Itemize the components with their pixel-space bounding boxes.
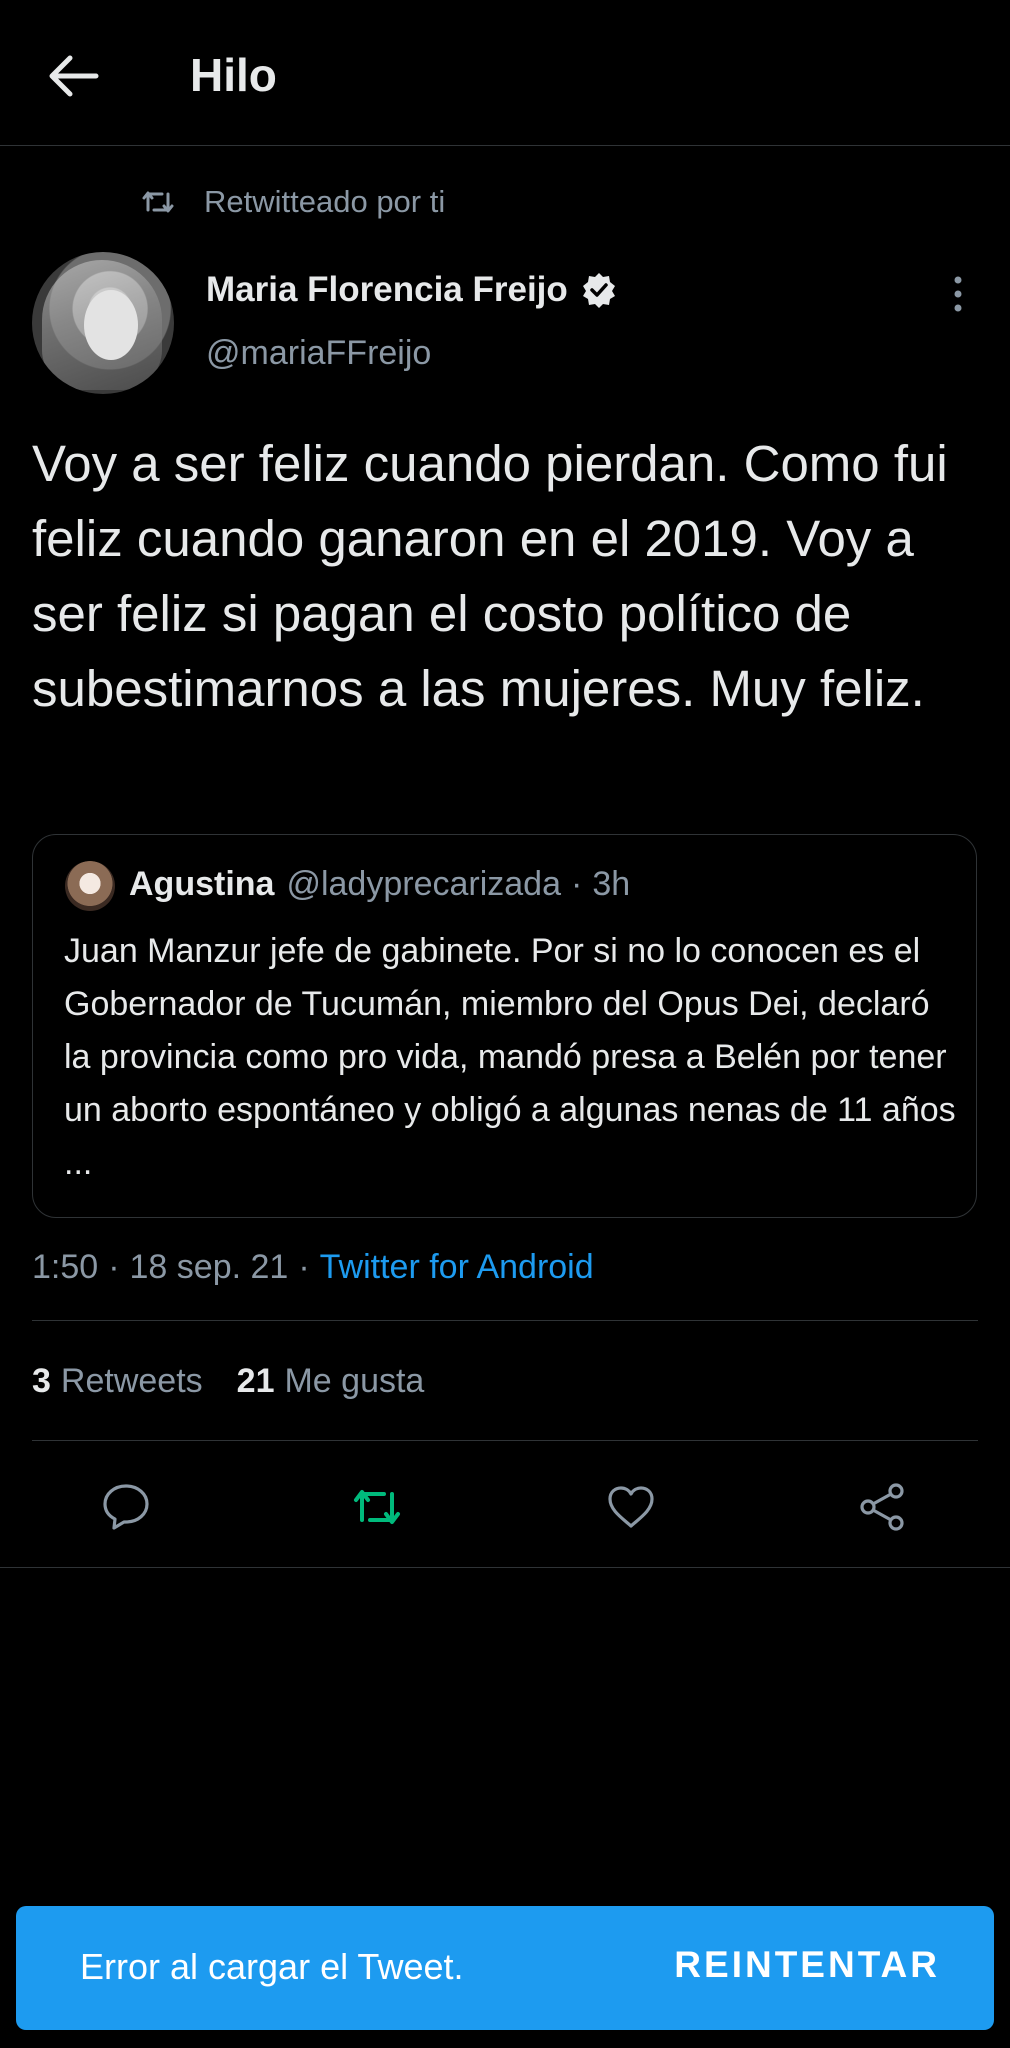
quoted-tweet[interactable]: Agustina @ladyprecarizada · 3h Juan Manz…: [32, 834, 977, 1218]
meta-separator: ·: [298, 1248, 310, 1286]
retweets-label: Retweets: [60, 1362, 203, 1400]
divider: [0, 1567, 1010, 1568]
retweets-count: 3: [32, 1362, 51, 1400]
likes-label: Me gusta: [284, 1362, 425, 1400]
like-icon[interactable]: [604, 1480, 658, 1534]
quoted-tweet-header: Agustina @ladyprecarizada · 3h: [129, 865, 630, 904]
tweet-date: 18 sep. 21: [129, 1248, 289, 1286]
tweet-source-link[interactable]: Twitter for Android: [320, 1248, 594, 1287]
retweets-stat[interactable]: 3 Retweets: [32, 1362, 203, 1401]
retweet-active-icon[interactable]: [350, 1480, 404, 1534]
share-icon[interactable]: [856, 1480, 910, 1534]
quoted-separator: ·: [571, 865, 583, 903]
quoted-author-avatar: [65, 861, 115, 911]
divider: [32, 1440, 978, 1441]
retweet-icon: [140, 184, 176, 220]
more-options-icon[interactable]: [940, 272, 976, 316]
page-title: Hilo: [190, 49, 277, 101]
retweeted-by: Retwitteado por ti: [140, 180, 445, 224]
retweeted-by-label: Retwitteado por ti: [204, 184, 446, 219]
tweet-text: Voy a ser feliz cuando pierdan. Como fui…: [32, 435, 948, 717]
error-message: Error al cargar el Tweet.: [80, 1946, 464, 1987]
back-arrow-icon[interactable]: [44, 46, 104, 106]
quoted-author-handle: @ladyprecarizada: [286, 865, 561, 903]
author-handle[interactable]: @mariaFFreijo: [206, 334, 431, 373]
author-name[interactable]: Maria Florencia Freijo: [206, 270, 618, 310]
meta-separator: ·: [108, 1248, 120, 1286]
author-avatar[interactable]: [32, 252, 174, 394]
likes-stat[interactable]: 21 Me gusta: [237, 1362, 425, 1401]
quoted-timestamp: 3h: [592, 865, 631, 903]
tweet-stats: 3 Retweets 21 Me gusta: [32, 1362, 458, 1401]
divider: [32, 1320, 978, 1321]
quoted-author-name: Agustina: [129, 865, 275, 903]
action-bar: [0, 1470, 1010, 1540]
reply-icon[interactable]: [99, 1480, 153, 1534]
error-snackbar: Error al cargar el Tweet. REINTENTAR: [16, 1906, 994, 2030]
retry-button[interactable]: REINTENTAR: [674, 1944, 940, 1986]
author-name-text: Maria Florencia Freijo: [206, 270, 568, 309]
tweet-meta: 1:50 · 18 sep. 21 · Twitter for Android: [32, 1248, 594, 1287]
verified-badge-icon: [580, 271, 618, 309]
app-header: Hilo: [0, 0, 1010, 146]
quoted-tweet-text: Juan Manzur jefe de gabinete. Por si no …: [64, 932, 956, 1182]
likes-count: 21: [236, 1362, 275, 1400]
tweet-time: 1:50: [32, 1248, 99, 1286]
